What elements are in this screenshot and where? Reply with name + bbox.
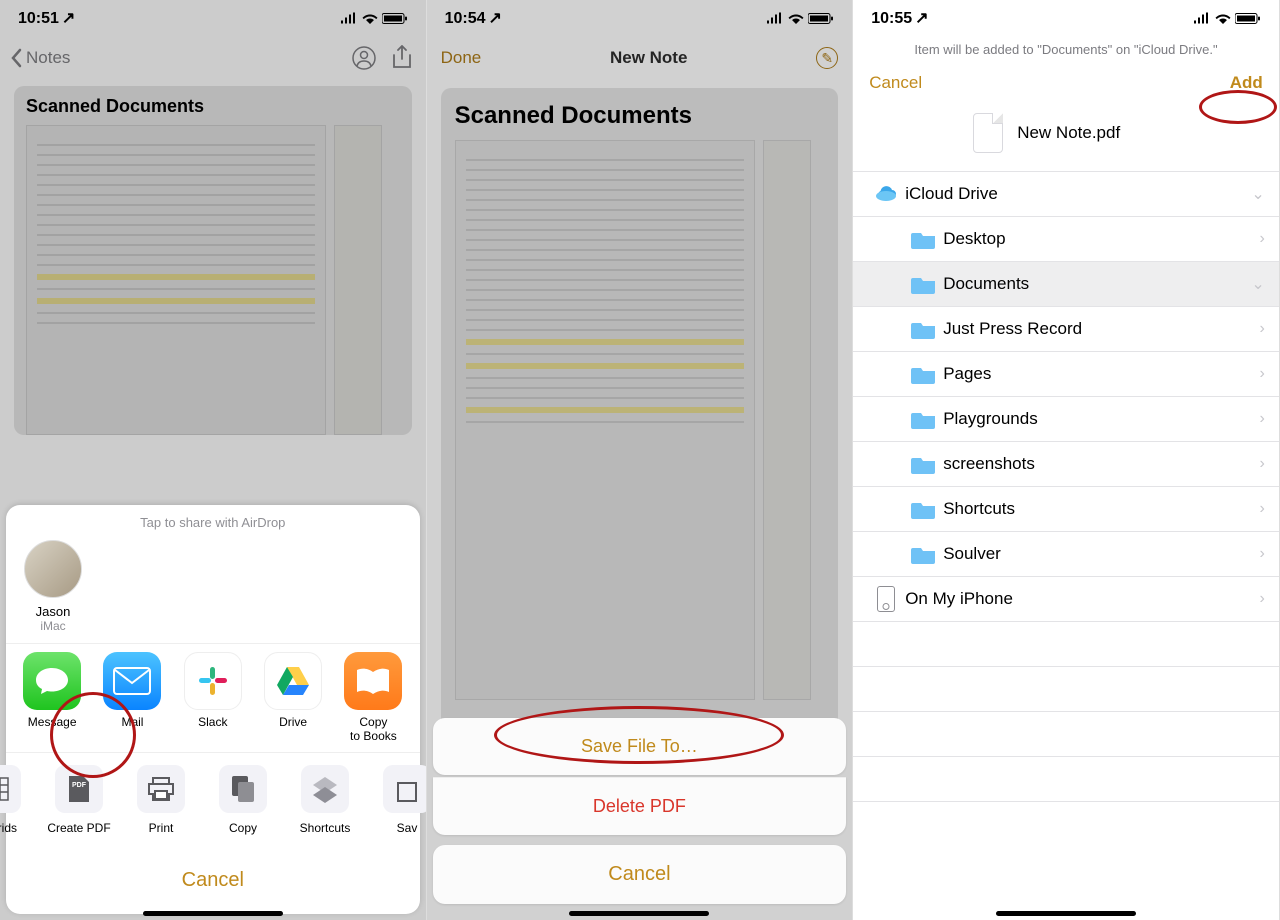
action-copy[interactable]: Copy [202,765,284,835]
row-documents[interactable]: Documents⌄ [853,262,1279,307]
row-justpress[interactable]: Just Press Record› [853,307,1279,352]
app-message[interactable]: Message [12,652,92,744]
location-list: iCloud Drive ⌄ Desktop› Documents⌄ Just … [853,171,1279,847]
home-indicator [996,911,1136,916]
chevron-right-icon: › [1259,500,1264,518]
chevron-down-icon: ⌄ [1251,184,1264,204]
cancel-button[interactable]: Cancel [433,845,847,904]
chevron-right-icon: › [1259,545,1264,563]
panel-share-sheet: 10:51↗ Notes Scanned Documents [0,0,427,920]
row-pages[interactable]: Pages› [853,352,1279,397]
row-screenshots[interactable]: screenshots› [853,442,1279,487]
share-sheet: Tap to share with AirDrop Jason iMac Mes… [6,505,420,914]
info-banner: Item will be added to "Documents" on "iC… [853,36,1279,63]
row-icloud[interactable]: iCloud Drive ⌄ [853,172,1279,217]
svg-text:PDF: PDF [72,782,87,789]
row-desktop[interactable]: Desktop› [853,217,1279,262]
airdrop-target[interactable]: Jason iMac [6,536,420,643]
panel-pdf-options: 10:54↗ Done New Note ✎ Scanned Documents… [427,0,854,920]
avatar-icon [24,540,82,598]
action-grids[interactable]: & Grids [0,765,38,835]
delete-pdf-button[interactable]: Delete PDF [433,777,847,835]
highlight-ring [494,706,784,764]
chevron-right-icon: › [1259,455,1264,473]
chevron-down-icon: ⌄ [1251,274,1264,294]
sheet-header: Tap to share with AirDrop [6,505,420,536]
row-soulver[interactable]: Soulver› [853,532,1279,577]
action-create-pdf[interactable]: PDFCreate PDF [38,765,120,835]
file-name: New Note.pdf [1017,123,1120,143]
actions-row: & Grids PDFCreate PDF Print Copy Shortcu… [6,752,420,843]
chevron-right-icon: › [1259,590,1264,608]
action-shortcuts[interactable]: Shortcuts [284,765,366,835]
home-indicator [569,911,709,916]
chevron-right-icon: › [1259,230,1264,248]
panel-file-picker: 10:55↗ Item will be added to "Documents"… [853,0,1280,920]
action-save[interactable]: Sav [366,765,427,835]
app-drive[interactable]: Drive [253,652,333,744]
action-print[interactable]: Print [120,765,202,835]
file-icon [973,113,1003,153]
status-bar: 10:55↗ [853,0,1279,36]
highlight-ring [1199,90,1277,124]
home-indicator [143,911,283,916]
share-apps-row: Message Mail Slack Drive Copy to Books [6,643,420,752]
phone-icon [877,586,895,612]
cancel-button[interactable]: Cancel [12,853,414,908]
row-shortcuts[interactable]: Shortcuts› [853,487,1279,532]
app-mail[interactable]: Mail [92,652,172,744]
app-books[interactable]: Copy to Books [333,652,413,744]
chevron-right-icon: › [1259,365,1264,383]
chevron-right-icon: › [1259,410,1264,428]
row-oniphone[interactable]: On My iPhone› [853,577,1279,622]
app-slack[interactable]: Slack [173,652,253,744]
chevron-right-icon: › [1259,320,1264,338]
cancel-button[interactable]: Cancel [869,73,922,93]
row-playgrounds[interactable]: Playgrounds› [853,397,1279,442]
